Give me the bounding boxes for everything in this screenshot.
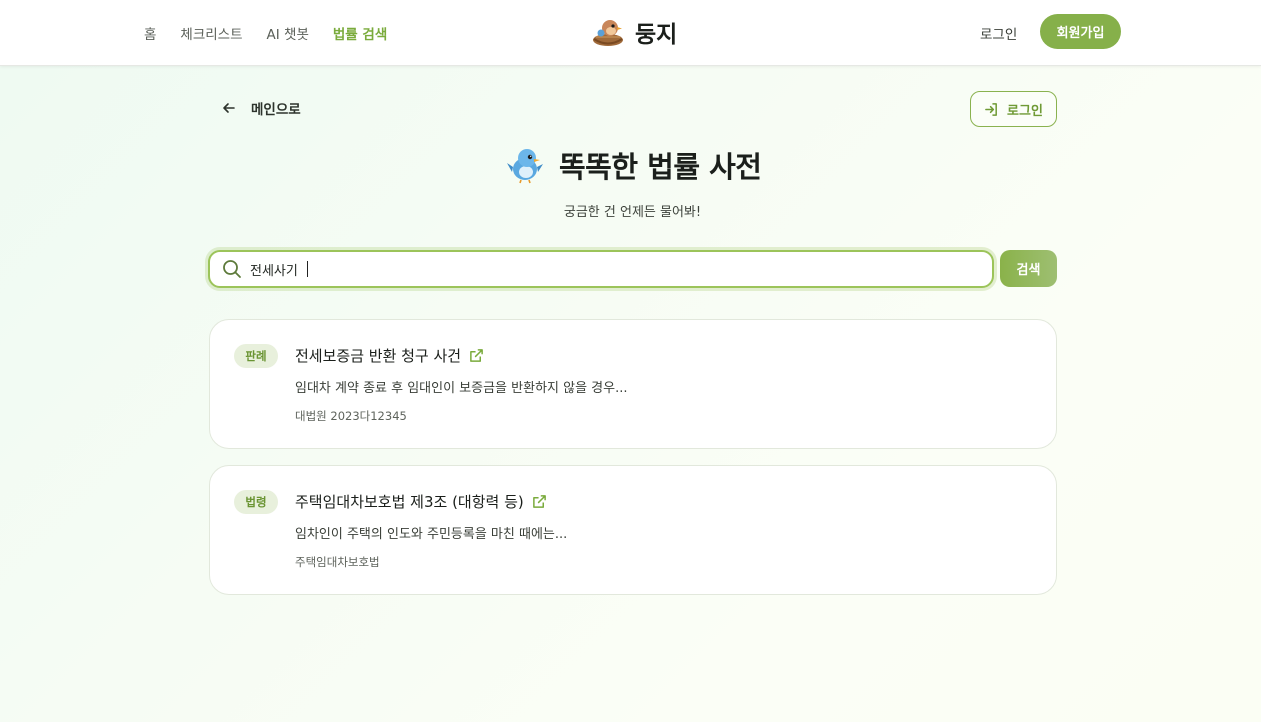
search-button[interactable]: 검색 (1000, 250, 1057, 287)
brand-logo[interactable]: 둥지 (591, 15, 677, 49)
login-button-label: 로그인 (1007, 103, 1043, 119)
header-login-link[interactable]: 로그인 (980, 23, 1017, 43)
nav-checklist[interactable]: 체크리스트 (180, 23, 242, 43)
external-link-icon (470, 349, 483, 362)
result-card[interactable]: 판례 전세보증금 반환 청구 사건 임대차 계약 종료 후 임대인이 보증금을 … (209, 319, 1057, 449)
page-title-group: 똑똑한 법률 사전 (505, 144, 762, 186)
result-type-badge: 법령 (234, 490, 278, 514)
text-cursor (306, 261, 308, 277)
top-navigation-bar: 홈 체크리스트 AI 챗봇 법률 검색 둥지 로그인 회원가입 (0, 0, 1261, 66)
result-title: 주택임대차보호법 제3조 (대항력 등) (295, 493, 524, 511)
result-description: 임대차 계약 종료 후 임대인이 보증금을 반환하지 않을 경우... (295, 381, 628, 396)
result-card[interactable]: 법령 주택임대차보호법 제3조 (대항력 등) 임차인이 주택의 인도와 주민등… (209, 465, 1057, 595)
bluebird-icon (507, 149, 543, 184)
signup-button[interactable]: 회원가입 (1040, 14, 1121, 49)
brand-name: 둥지 (635, 22, 678, 48)
main-nav: 홈 체크리스트 AI 챗봇 법률 검색 (144, 0, 387, 66)
result-type-badge: 판례 (234, 344, 278, 368)
search-input-value: 전세사기 (250, 263, 298, 279)
result-source: 주택임대차보호법 (295, 555, 380, 569)
search-icon (223, 260, 241, 278)
search-input[interactable]: 전세사기 (208, 250, 994, 288)
nav-ai-chatbot[interactable]: AI 챗봇 (267, 23, 309, 43)
result-title: 전세보증금 반환 청구 사건 (295, 347, 462, 365)
result-source: 대법원 2023다12345 (295, 409, 407, 423)
nav-home[interactable]: 홈 (144, 23, 156, 43)
page-title: 똑똑한 법률 사전 (559, 150, 762, 184)
result-title-link[interactable]: 주택임대차보호법 제3조 (대항력 등) (295, 491, 547, 512)
result-description: 임차인이 주택의 인도와 주민등록을 마친 때에는... (295, 527, 568, 542)
result-title-link[interactable]: 전세보증금 반환 청구 사건 (295, 345, 484, 366)
login-button[interactable]: 로그인 (970, 91, 1057, 127)
login-icon (985, 102, 997, 116)
back-label: 메인으로 (251, 102, 301, 118)
nav-legal-search[interactable]: 법률 검색 (333, 23, 387, 43)
page-subtitle: 궁금한 건 언제든 물어봐! (563, 205, 702, 220)
external-link-icon (532, 495, 546, 508)
arrow-left-icon (223, 103, 235, 113)
nest-bird-icon (593, 20, 623, 46)
back-to-main-link[interactable]: 메인으로 (221, 98, 301, 118)
